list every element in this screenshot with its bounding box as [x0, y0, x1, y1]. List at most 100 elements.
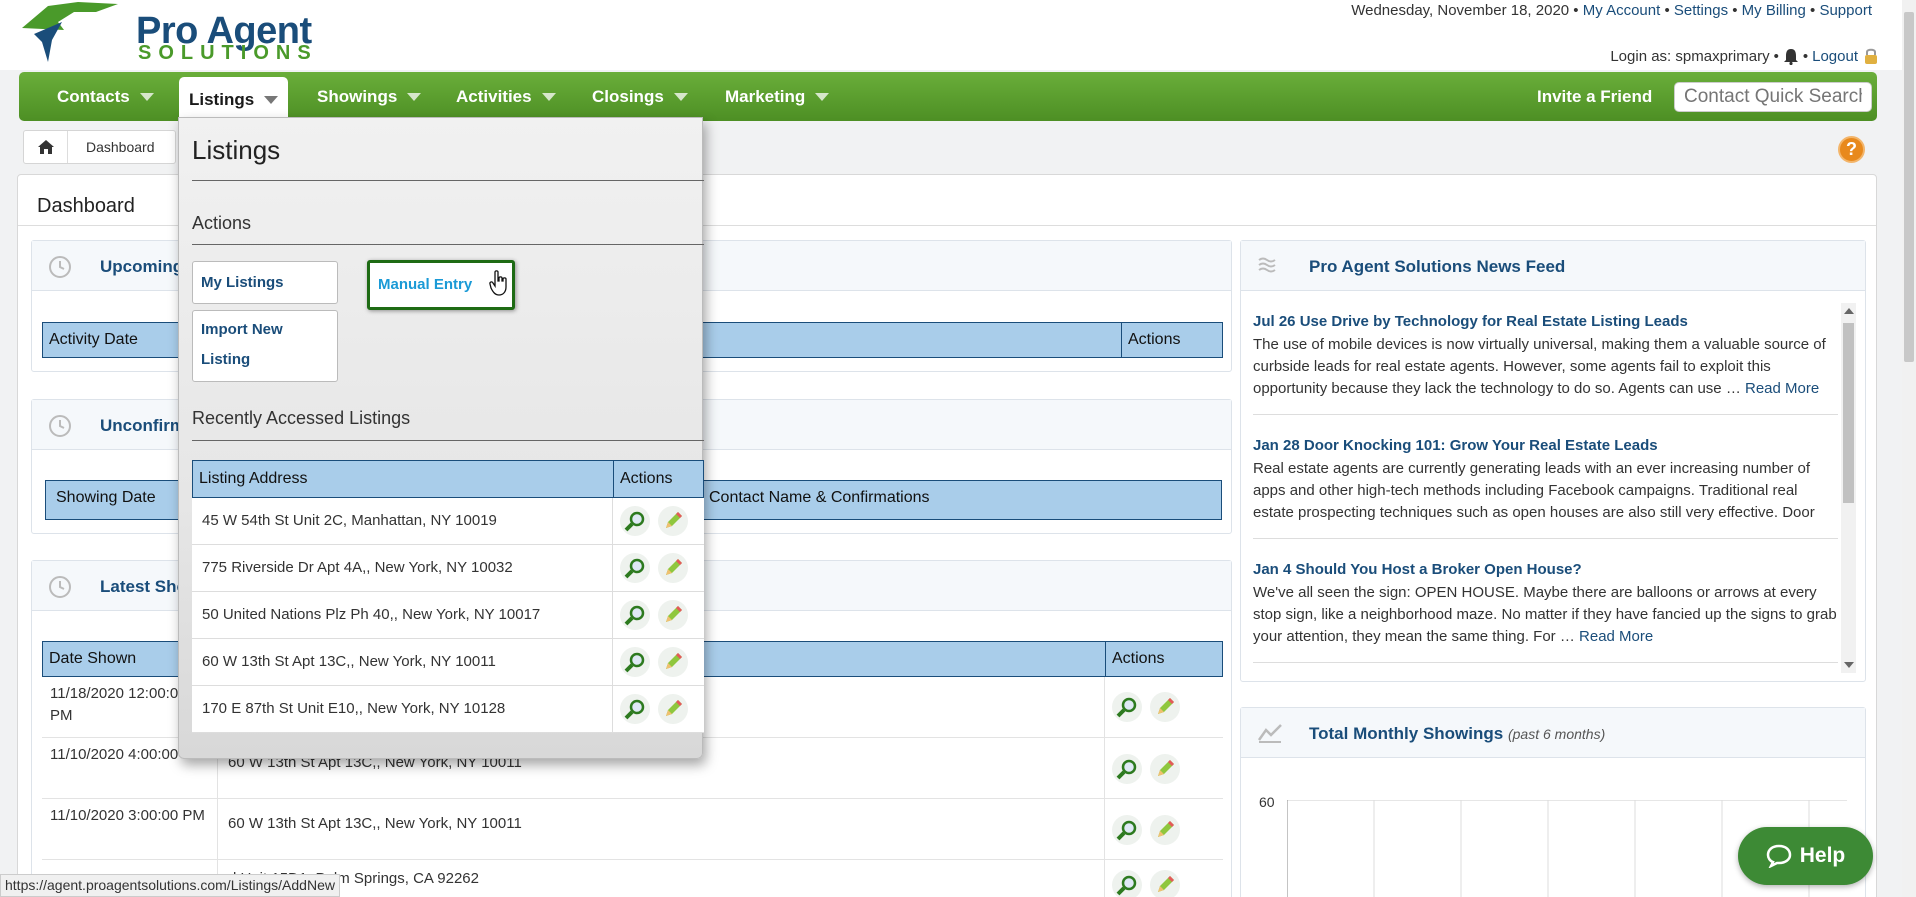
- top-header: Pro Agent SOLUTIONS Wednesday, November …: [0, 0, 1916, 70]
- breadcrumb-dashboard[interactable]: Dashboard: [68, 139, 175, 155]
- table-row: 60 W 13th St Apt 13C,, New York, NY 1001…: [192, 639, 704, 686]
- chat-bubble-icon: [1766, 844, 1791, 868]
- page-scrollbar[interactable]: [1902, 0, 1916, 897]
- col-listing-address: Listing Address: [199, 470, 308, 487]
- nav-closings[interactable]: Closings: [592, 72, 688, 121]
- nav-showings-label: Showings: [317, 86, 398, 106]
- clock-icon: [49, 256, 71, 278]
- nav-contacts[interactable]: Contacts: [57, 72, 154, 121]
- bell-icon[interactable]: [1783, 48, 1799, 65]
- line-chart-icon: [1257, 724, 1282, 743]
- feed-waves-icon: [1258, 257, 1276, 273]
- status-bar-url: https://agent.proagentsolutions.com/List…: [0, 874, 340, 897]
- scroll-down-icon[interactable]: [1844, 662, 1854, 668]
- listing-address[interactable]: 50 United Nations Plz Ph 40,, New York, …: [202, 606, 540, 623]
- settings-link[interactable]: Settings: [1674, 2, 1728, 19]
- row-actions: [1112, 870, 1180, 897]
- view-icon[interactable]: [1112, 815, 1142, 845]
- news-item: Jul 26 Use Drive by Technology for Real …: [1253, 303, 1838, 415]
- page-title: Dashboard: [37, 195, 135, 217]
- edit-pencil-icon[interactable]: [1150, 870, 1180, 897]
- news-scrollbar[interactable]: [1841, 303, 1856, 673]
- news-item: Jan 28 Door Knocking 101: Grow Your Real…: [1253, 427, 1838, 539]
- logo-text-secondary: SOLUTIONS: [138, 42, 318, 64]
- edit-pencil-icon[interactable]: [1150, 754, 1180, 784]
- nav-contacts-label: Contacts: [57, 86, 130, 106]
- hand-cursor-icon: [489, 270, 507, 296]
- top-links: Wednesday, November 18, 2020 • My Accoun…: [1351, 2, 1872, 19]
- help-question-icon[interactable]: ?: [1838, 136, 1865, 163]
- col-date-shown[interactable]: Date Shown: [43, 642, 136, 676]
- main-navbar: Contacts Listings Showings Activities Cl…: [19, 72, 1877, 123]
- my-account-link[interactable]: My Account: [1583, 2, 1661, 19]
- table-row: 50 United Nations Plz Ph 40,, New York, …: [192, 592, 704, 639]
- panel-title: Upcoming: [100, 257, 184, 276]
- listing-address[interactable]: 45 W 54th St Unit 2C, Manhattan, NY 1001…: [202, 512, 497, 529]
- col-showing-date[interactable]: Showing Date: [50, 481, 156, 515]
- my-listings-button[interactable]: My Listings: [192, 261, 338, 304]
- edit-pencil-icon[interactable]: [1150, 692, 1180, 722]
- news-title[interactable]: Jul 26 Use Drive by Technology for Real …: [1253, 313, 1838, 330]
- contact-quick-search-input[interactable]: [1674, 82, 1872, 112]
- view-icon[interactable]: [620, 600, 650, 630]
- edit-pencil-icon[interactable]: [658, 694, 688, 724]
- edit-pencil-icon[interactable]: [658, 600, 688, 630]
- logout-link[interactable]: Logout: [1812, 48, 1858, 65]
- table-row: 775 Riverside Dr Apt 4A,, New York, NY 1…: [192, 545, 704, 592]
- table-row: 170 E 87th St Unit E10,, New York, NY 10…: [192, 686, 704, 733]
- news-text: Real estate agents are currently generat…: [1253, 460, 1815, 521]
- home-breadcrumb[interactable]: [24, 131, 68, 163]
- view-icon[interactable]: [620, 694, 650, 724]
- chevron-down-icon: [139, 92, 154, 101]
- scroll-up-icon[interactable]: [1844, 308, 1854, 314]
- listing-address[interactable]: 775 Riverside Dr Apt 4A,, New York, NY 1…: [202, 559, 513, 576]
- edit-pencil-icon[interactable]: [1150, 815, 1180, 845]
- news-text: We've all seen the sign: OPEN HOUSE. May…: [1253, 584, 1837, 645]
- view-icon[interactable]: [1112, 870, 1142, 897]
- row-actions: [620, 694, 688, 724]
- nav-marketing-label: Marketing: [725, 86, 806, 106]
- support-link[interactable]: Support: [1819, 2, 1872, 19]
- home-icon: [37, 140, 54, 154]
- col-actions: Actions: [1105, 642, 1222, 676]
- edit-pencil-icon[interactable]: [658, 506, 688, 536]
- nav-listings-label: Listings: [189, 90, 255, 109]
- row-date: 11/10/2020 3:00:00 PM: [50, 807, 205, 824]
- col-activity-date[interactable]: Activity Date: [43, 323, 138, 357]
- view-icon[interactable]: [1112, 692, 1142, 722]
- read-more-link[interactable]: Read More: [1745, 380, 1819, 397]
- invite-friend-link[interactable]: Invite a Friend: [1537, 72, 1652, 121]
- edit-pencil-icon[interactable]: [658, 647, 688, 677]
- row-address[interactable]: 60 W 13th St Apt 13C,, New York, NY 1001…: [228, 815, 522, 832]
- read-more-link[interactable]: Read More: [1579, 628, 1653, 645]
- nav-activities[interactable]: Activities: [456, 72, 556, 121]
- view-icon[interactable]: [620, 553, 650, 583]
- view-icon[interactable]: [620, 506, 650, 536]
- lock-icon: [1865, 48, 1877, 64]
- nav-marketing[interactable]: Marketing: [725, 72, 830, 121]
- panel-header: Pro Agent Solutions News Feed: [1241, 241, 1865, 291]
- view-icon[interactable]: [620, 647, 650, 677]
- row-actions: [620, 600, 688, 630]
- divider: [192, 244, 704, 245]
- edit-pencil-icon[interactable]: [658, 553, 688, 583]
- current-date: Wednesday, November 18, 2020: [1351, 2, 1570, 19]
- scroll-thumb[interactable]: [1843, 323, 1854, 503]
- logo[interactable]: Pro Agent SOLUTIONS: [18, 0, 338, 64]
- chart-subtitle: (past 6 months): [1507, 726, 1606, 742]
- my-billing-link[interactable]: My Billing: [1742, 2, 1806, 19]
- listings-dropdown-menu: Listings Actions My Listings Import New …: [178, 117, 704, 759]
- page-scroll-thumb[interactable]: [1904, 12, 1914, 362]
- news-title[interactable]: Jan 28 Door Knocking 101: Grow Your Real…: [1253, 437, 1838, 454]
- listing-address[interactable]: 170 E 87th St Unit E10,, New York, NY 10…: [202, 700, 505, 717]
- help-chat-button[interactable]: Help: [1738, 827, 1873, 885]
- actions-section-label: Actions: [192, 213, 252, 233]
- row-actions: [620, 553, 688, 583]
- import-new-listing-button[interactable]: Import New Listing: [192, 310, 338, 382]
- view-icon[interactable]: [1112, 754, 1142, 784]
- nav-showings[interactable]: Showings: [317, 72, 422, 121]
- news-title[interactable]: Jan 4 Should You Host a Broker Open Hous…: [1253, 561, 1838, 578]
- login-line: Login as: spmaxprimary • • Logout: [1610, 47, 1880, 65]
- listing-address[interactable]: 60 W 13th St Apt 13C,, New York, NY 1001…: [202, 653, 496, 670]
- clock-icon: [49, 576, 71, 598]
